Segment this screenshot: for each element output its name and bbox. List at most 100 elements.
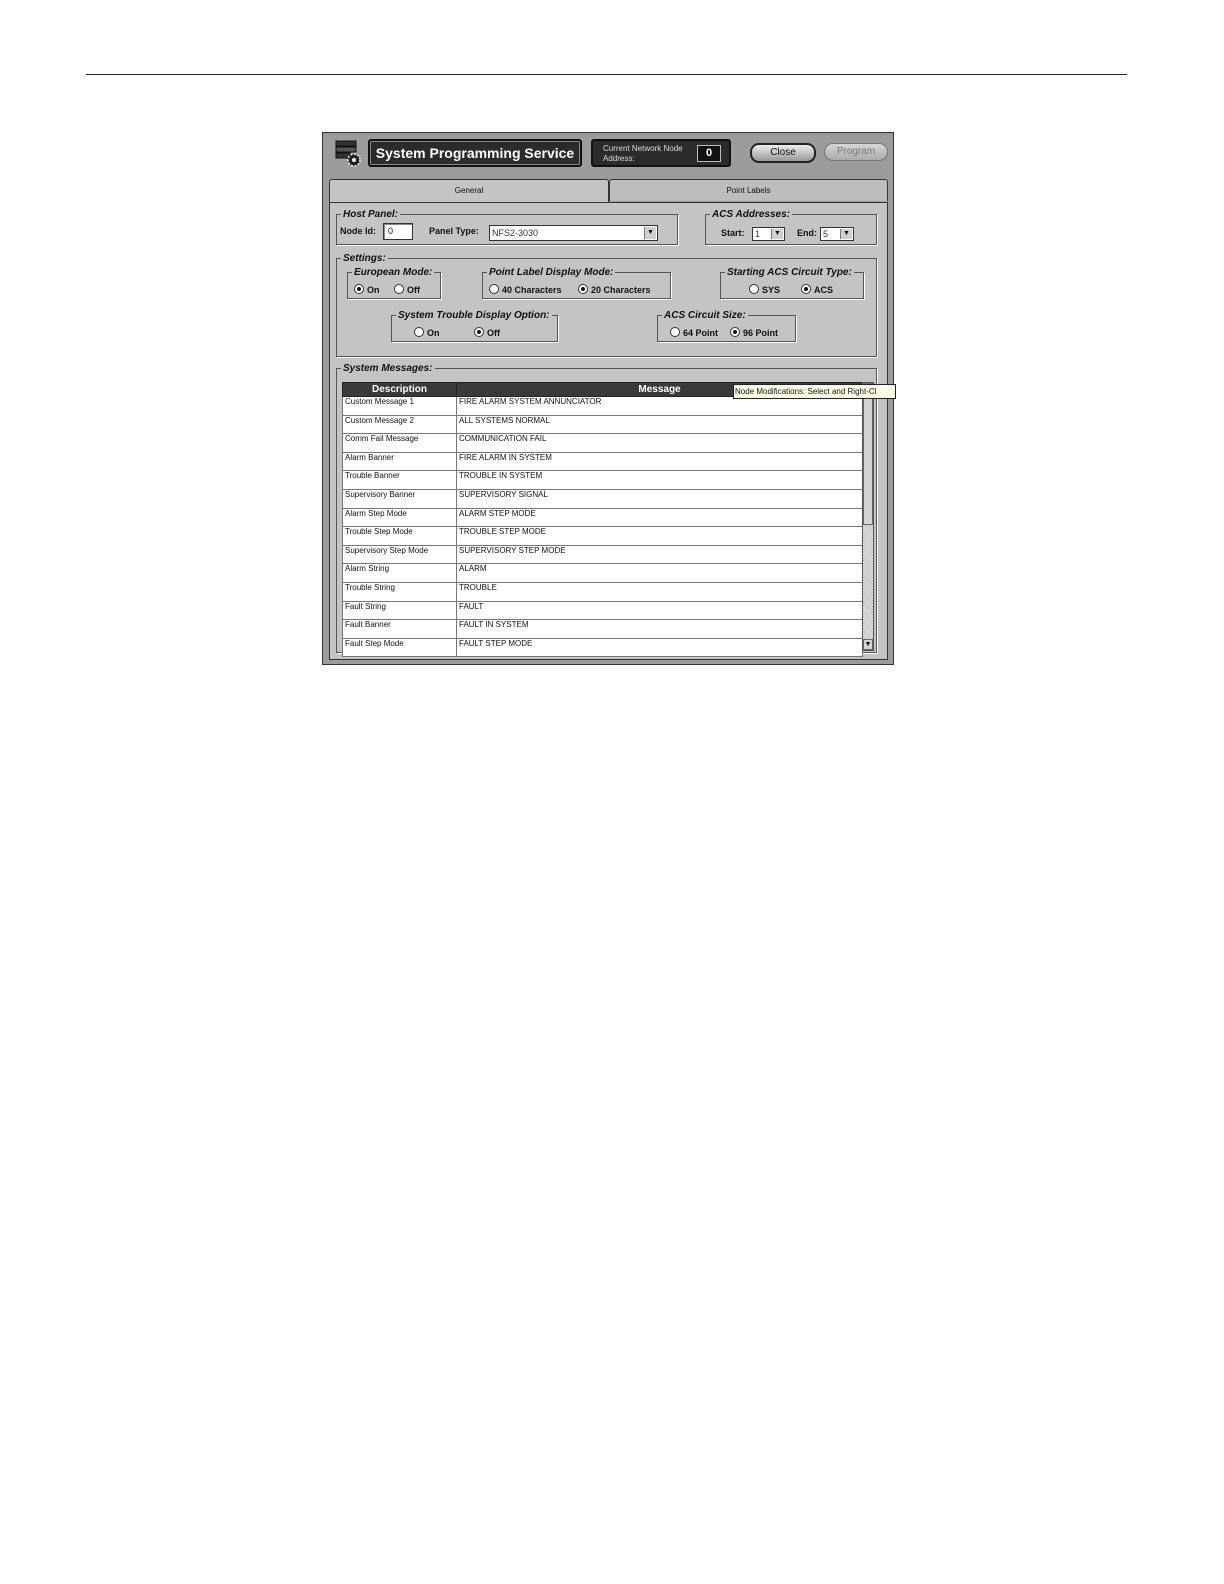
point-label-display-mode-legend: Point Label Display Mode: (489, 267, 614, 278)
acs-end-label: End: (797, 228, 817, 238)
description-cell[interactable]: Fault Step Mode (342, 637, 457, 658)
radio-unselected-icon (394, 284, 404, 294)
table-row[interactable]: Fault Banner FAULT IN SYSTEM (342, 619, 863, 639)
description-cell[interactable]: Trouble Banner (342, 470, 457, 490)
description-cell[interactable]: Fault Banner (342, 619, 457, 639)
tab-point-labels[interactable]: Point Labels (609, 179, 888, 201)
sys-radio[interactable]: SYS (749, 284, 780, 296)
close-button[interactable]: Close (750, 143, 816, 163)
20-characters-radio[interactable]: 20 Characters (578, 284, 651, 296)
table-row[interactable]: Trouble String TROUBLE (342, 581, 863, 602)
chevron-down-icon[interactable]: ▼ (644, 227, 656, 239)
acs-circuit-size-group: ACS Circuit Size: 64 Point 96 Point (657, 310, 796, 342)
table-row[interactable]: Alarm Step Mode ALARM STEP MODE (342, 507, 863, 528)
table-row[interactable]: Comm Fail Message COMMUNICATION FAIL (342, 433, 863, 453)
page-top-rule (86, 74, 1127, 75)
network-node-address: Current Network Node Address: 0 (591, 139, 731, 167)
description-cell[interactable]: Custom Message 1 (342, 396, 457, 416)
system-programming-gear-icon (335, 140, 363, 168)
table-row[interactable]: Custom Message 1 FIRE ALARM SYSTEM ANNUNC… (342, 396, 863, 416)
system-trouble-display-option-group: System Trouble Display Option: On Off (391, 310, 558, 342)
message-cell[interactable]: FAULT STEP MODE (456, 637, 863, 658)
column-header-description[interactable]: Description (342, 382, 457, 397)
description-cell[interactable]: Custom Message 2 (342, 414, 457, 435)
description-cell[interactable]: Trouble Step Mode (342, 526, 457, 546)
description-cell[interactable]: Comm Fail Message (342, 433, 457, 453)
network-node-value: 0 (697, 145, 721, 162)
radio-selected-icon (730, 327, 740, 337)
message-cell[interactable]: ALL SYSTEMS NORMAL (456, 414, 863, 435)
tab-general[interactable]: General (329, 179, 609, 203)
trouble-display-off-label: Off (487, 328, 500, 338)
panel-type-label: Panel Type: (429, 226, 479, 236)
acs-label: ACS (814, 285, 834, 295)
node-id-input[interactable]: 0 (383, 223, 413, 240)
message-cell[interactable]: FIRE ALARM IN SYSTEM (456, 451, 863, 472)
description-cell[interactable]: Alarm Step Mode (342, 507, 457, 528)
message-cell[interactable]: ALARM (456, 563, 863, 583)
radio-selected-icon (801, 284, 811, 294)
message-cell[interactable]: ALARM STEP MODE (456, 507, 863, 528)
acs-start-label: Start: (721, 228, 745, 238)
table-row[interactable]: Trouble Banner TROUBLE IN SYSTEM (342, 470, 863, 490)
acs-start-value: 1 (755, 229, 761, 239)
table-row[interactable]: Supervisory Step Mode SUPERVISORY STEP MO… (342, 544, 863, 565)
message-cell[interactable]: SUPERVISORY STEP MODE (456, 544, 863, 565)
trouble-display-on-label: On (427, 328, 440, 338)
64-point-radio[interactable]: 64 Point (670, 327, 718, 339)
table-row[interactable]: Fault String FAULT (342, 600, 863, 621)
trouble-display-off-radio[interactable]: Off (474, 327, 500, 339)
radio-unselected-icon (749, 284, 759, 294)
window-title: System Programming Service (368, 139, 582, 167)
panel-type-select[interactable]: NFS2-3030 ▼ (489, 225, 658, 241)
messages-scrollbar[interactable]: ▲ ▼ (862, 382, 874, 651)
radio-selected-icon (354, 284, 364, 294)
table-row[interactable]: Trouble Step Mode TROUBLE STEP MODE (342, 526, 863, 546)
european-mode-group: European Mode: On Off (347, 267, 441, 299)
acs-radio[interactable]: ACS (801, 284, 833, 296)
message-cell[interactable]: TROUBLE STEP MODE (456, 526, 863, 546)
radio-selected-icon (474, 327, 484, 337)
description-cell[interactable]: Alarm String (342, 563, 457, 583)
message-cell[interactable]: FAULT (456, 600, 863, 621)
network-node-label: Current Network Node Address: (603, 144, 683, 163)
trouble-display-on-radio[interactable]: On (414, 327, 440, 339)
table-row[interactable]: Alarm String ALARM (342, 563, 863, 583)
message-cell[interactable]: TROUBLE (456, 581, 863, 602)
european-mode-off-radio[interactable]: Off (394, 284, 420, 296)
acs-addresses-group: ACS Addresses: Start: 1 ▼ End: 5 ▼ (705, 209, 877, 245)
description-cell[interactable]: Alarm Banner (342, 451, 457, 472)
description-cell[interactable]: Trouble String (342, 581, 457, 602)
radio-unselected-icon (489, 284, 499, 294)
message-cell[interactable]: SUPERVISORY SIGNAL (456, 488, 863, 509)
table-row[interactable]: Supervisory Banner SUPERVISORY SIGNAL (342, 488, 863, 509)
scroll-down-arrow-icon[interactable]: ▼ (863, 639, 873, 650)
description-cell[interactable]: Supervisory Banner (342, 488, 457, 509)
radio-unselected-icon (414, 327, 424, 337)
table-row[interactable]: Custom Message 2 ALL SYSTEMS NORMAL (342, 414, 863, 435)
message-cell[interactable]: FIRE ALARM SYSTEM ANNUNCIATOR (456, 396, 863, 416)
general-tab-panel: Host Panel: Node Id: 0 Panel Type: NFS2-… (329, 202, 888, 660)
chevron-down-icon[interactable]: ▼ (771, 229, 783, 239)
program-button[interactable]: Program (824, 143, 888, 161)
40-characters-radio[interactable]: 40 Characters (489, 284, 562, 296)
host-panel-legend: Host Panel: (343, 209, 399, 220)
host-panel-group: Host Panel: Node Id: 0 Panel Type: NFS2-… (336, 209, 678, 245)
acs-end-select[interactable]: 5 ▼ (820, 227, 854, 241)
scrollbar-thumb[interactable] (863, 395, 873, 525)
system-trouble-display-option-legend: System Trouble Display Option: (398, 310, 550, 321)
acs-start-select[interactable]: 1 ▼ (752, 227, 785, 241)
table-row[interactable]: Alarm Banner FIRE ALARM IN SYSTEM (342, 451, 863, 472)
message-cell[interactable]: FAULT IN SYSTEM (456, 619, 863, 639)
96-point-radio[interactable]: 96 Point (730, 327, 778, 339)
message-cell[interactable]: TROUBLE IN SYSTEM (456, 470, 863, 490)
european-mode-on-radio[interactable]: On (354, 284, 380, 296)
table-row[interactable]: Fault Step Mode FAULT STEP MODE (342, 637, 863, 658)
panel-type-value: NFS2-3030 (492, 228, 539, 238)
system-programming-window: System Programming Service Current Netwo… (322, 132, 896, 665)
chevron-down-icon[interactable]: ▼ (840, 229, 852, 239)
description-cell[interactable]: Supervisory Step Mode (342, 544, 457, 565)
system-messages-table: Description Message Custom Message 1 FIRE… (342, 382, 863, 658)
description-cell[interactable]: Fault String (342, 600, 457, 621)
message-cell[interactable]: COMMUNICATION FAIL (456, 433, 863, 453)
